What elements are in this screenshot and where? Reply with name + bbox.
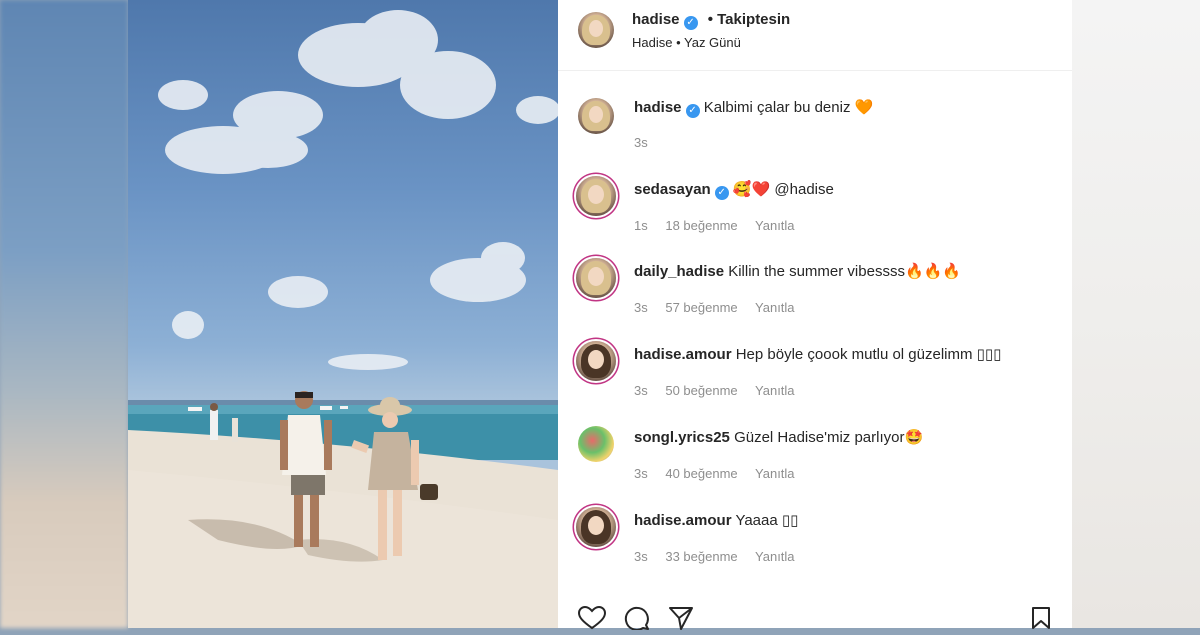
comment-avatar[interactable] — [576, 176, 616, 216]
verified-icon: ✓ — [683, 16, 698, 30]
comment-text: Yaaaa ▯▯ — [735, 512, 799, 529]
comment-text: Killin the summer vibessss🔥🔥🔥 — [728, 263, 961, 280]
caption-meta: 3s — [634, 135, 662, 150]
caption-username[interactable]: hadise — [634, 99, 682, 116]
comment-meta: 3s 40 beğenme Yanıtla — [634, 466, 809, 481]
caption-time: 3s — [634, 135, 648, 150]
verified-icon: ✓ — [685, 104, 700, 118]
bookmark-icon[interactable] — [1030, 606, 1052, 635]
comment-icon[interactable] — [624, 606, 650, 635]
comment-avatar[interactable] — [576, 507, 616, 547]
caption-avatar[interactable] — [578, 98, 614, 134]
comment-text-line: hadise.amour Yaaaa ▯▯ — [634, 511, 798, 529]
caption-text-line: hadise ✓ Kalbimi çalar bu deniz 🧡 — [634, 98, 873, 118]
reply-button[interactable]: Yanıtla — [755, 466, 795, 481]
post-photo — [128, 0, 558, 628]
comment-text-line: sedasayan ✓ 🥰❤️ @hadise — [634, 180, 834, 200]
comment-time: 1s — [634, 218, 648, 233]
comment-likes[interactable]: 57 beğenme — [665, 300, 737, 315]
comment-username[interactable]: daily_hadise — [634, 263, 724, 280]
author-avatar[interactable] — [578, 12, 614, 48]
comment-avatar[interactable] — [576, 341, 616, 381]
comment-text-line: songl.yrics25 Güzel Hadise'miz parlıyor🤩 — [634, 428, 923, 446]
follow-status[interactable]: • Takiptesin — [708, 11, 791, 28]
caption-text: Kalbimi çalar bu deniz — [703, 99, 851, 116]
action-bar — [558, 600, 1072, 631]
comment-text-line: hadise.amour Hep böyle çoook mutlu ol gü… — [634, 345, 1001, 363]
comment-username[interactable]: hadise.amour — [634, 512, 732, 529]
comment-meta: 1s 18 beğenme Yanıtla — [634, 218, 809, 233]
author-username[interactable]: hadise — [632, 11, 680, 28]
comment-meta: 3s 57 beğenme Yanıtla — [634, 300, 809, 315]
reply-button[interactable]: Yanıtla — [755, 218, 795, 233]
comment-username[interactable]: sedasayan — [634, 181, 711, 198]
verified-icon: ✓ — [714, 186, 729, 200]
reply-button[interactable]: Yanıtla — [755, 300, 795, 315]
follow-label: Takiptesin — [717, 11, 791, 28]
comment-avatar[interactable] — [578, 426, 614, 462]
author-line: hadise ✓ • Takiptesin — [632, 11, 790, 30]
comment-text-line: daily_hadise Killin the summer vibessss🔥… — [634, 262, 961, 280]
orange-heart-icon: 🧡 — [854, 99, 874, 116]
heart-icon[interactable] — [577, 605, 607, 635]
post-header: hadise ✓ • Takiptesin Hadise • Yaz Günü — [558, 0, 1072, 71]
send-icon[interactable] — [668, 606, 694, 635]
comment-likes[interactable]: 18 beğenme — [665, 218, 737, 233]
comment-username[interactable]: hadise.amour — [634, 346, 732, 363]
comment-time: 3s — [634, 549, 648, 564]
comment-meta: 3s 50 beğenme Yanıtla — [634, 383, 809, 398]
comment-username[interactable]: songl.yrics25 — [634, 429, 730, 446]
reply-button[interactable]: Yanıtla — [755, 549, 795, 564]
comment-text: Güzel Hadise'miz parlıyor🤩 — [734, 429, 924, 446]
post-subtitle[interactable]: Hadise • Yaz Günü — [632, 35, 741, 50]
comment-meta: 3s 33 beğenme Yanıtla — [634, 549, 809, 564]
comment-likes[interactable]: 50 beğenme — [665, 383, 737, 398]
blurred-backdrop-left — [0, 0, 128, 628]
reply-button[interactable]: Yanıtla — [755, 383, 795, 398]
comment-text: Hep böyle çoook mutlu ol güzelimm ▯▯▯ — [735, 346, 1002, 363]
comment-time: 3s — [634, 466, 648, 481]
post-detail-panel: hadise ✓ • Takiptesin Hadise • Yaz Günü h… — [558, 0, 1072, 631]
comment-likes[interactable]: 33 beğenme — [665, 549, 737, 564]
comment-avatar[interactable] — [576, 258, 616, 298]
comment-time: 3s — [634, 383, 648, 398]
comment-time: 3s — [634, 300, 648, 315]
comment-likes[interactable]: 40 beğenme — [665, 466, 737, 481]
blurred-backdrop-right — [1072, 0, 1200, 628]
comment-text: 🥰❤️ @hadise — [732, 181, 834, 198]
